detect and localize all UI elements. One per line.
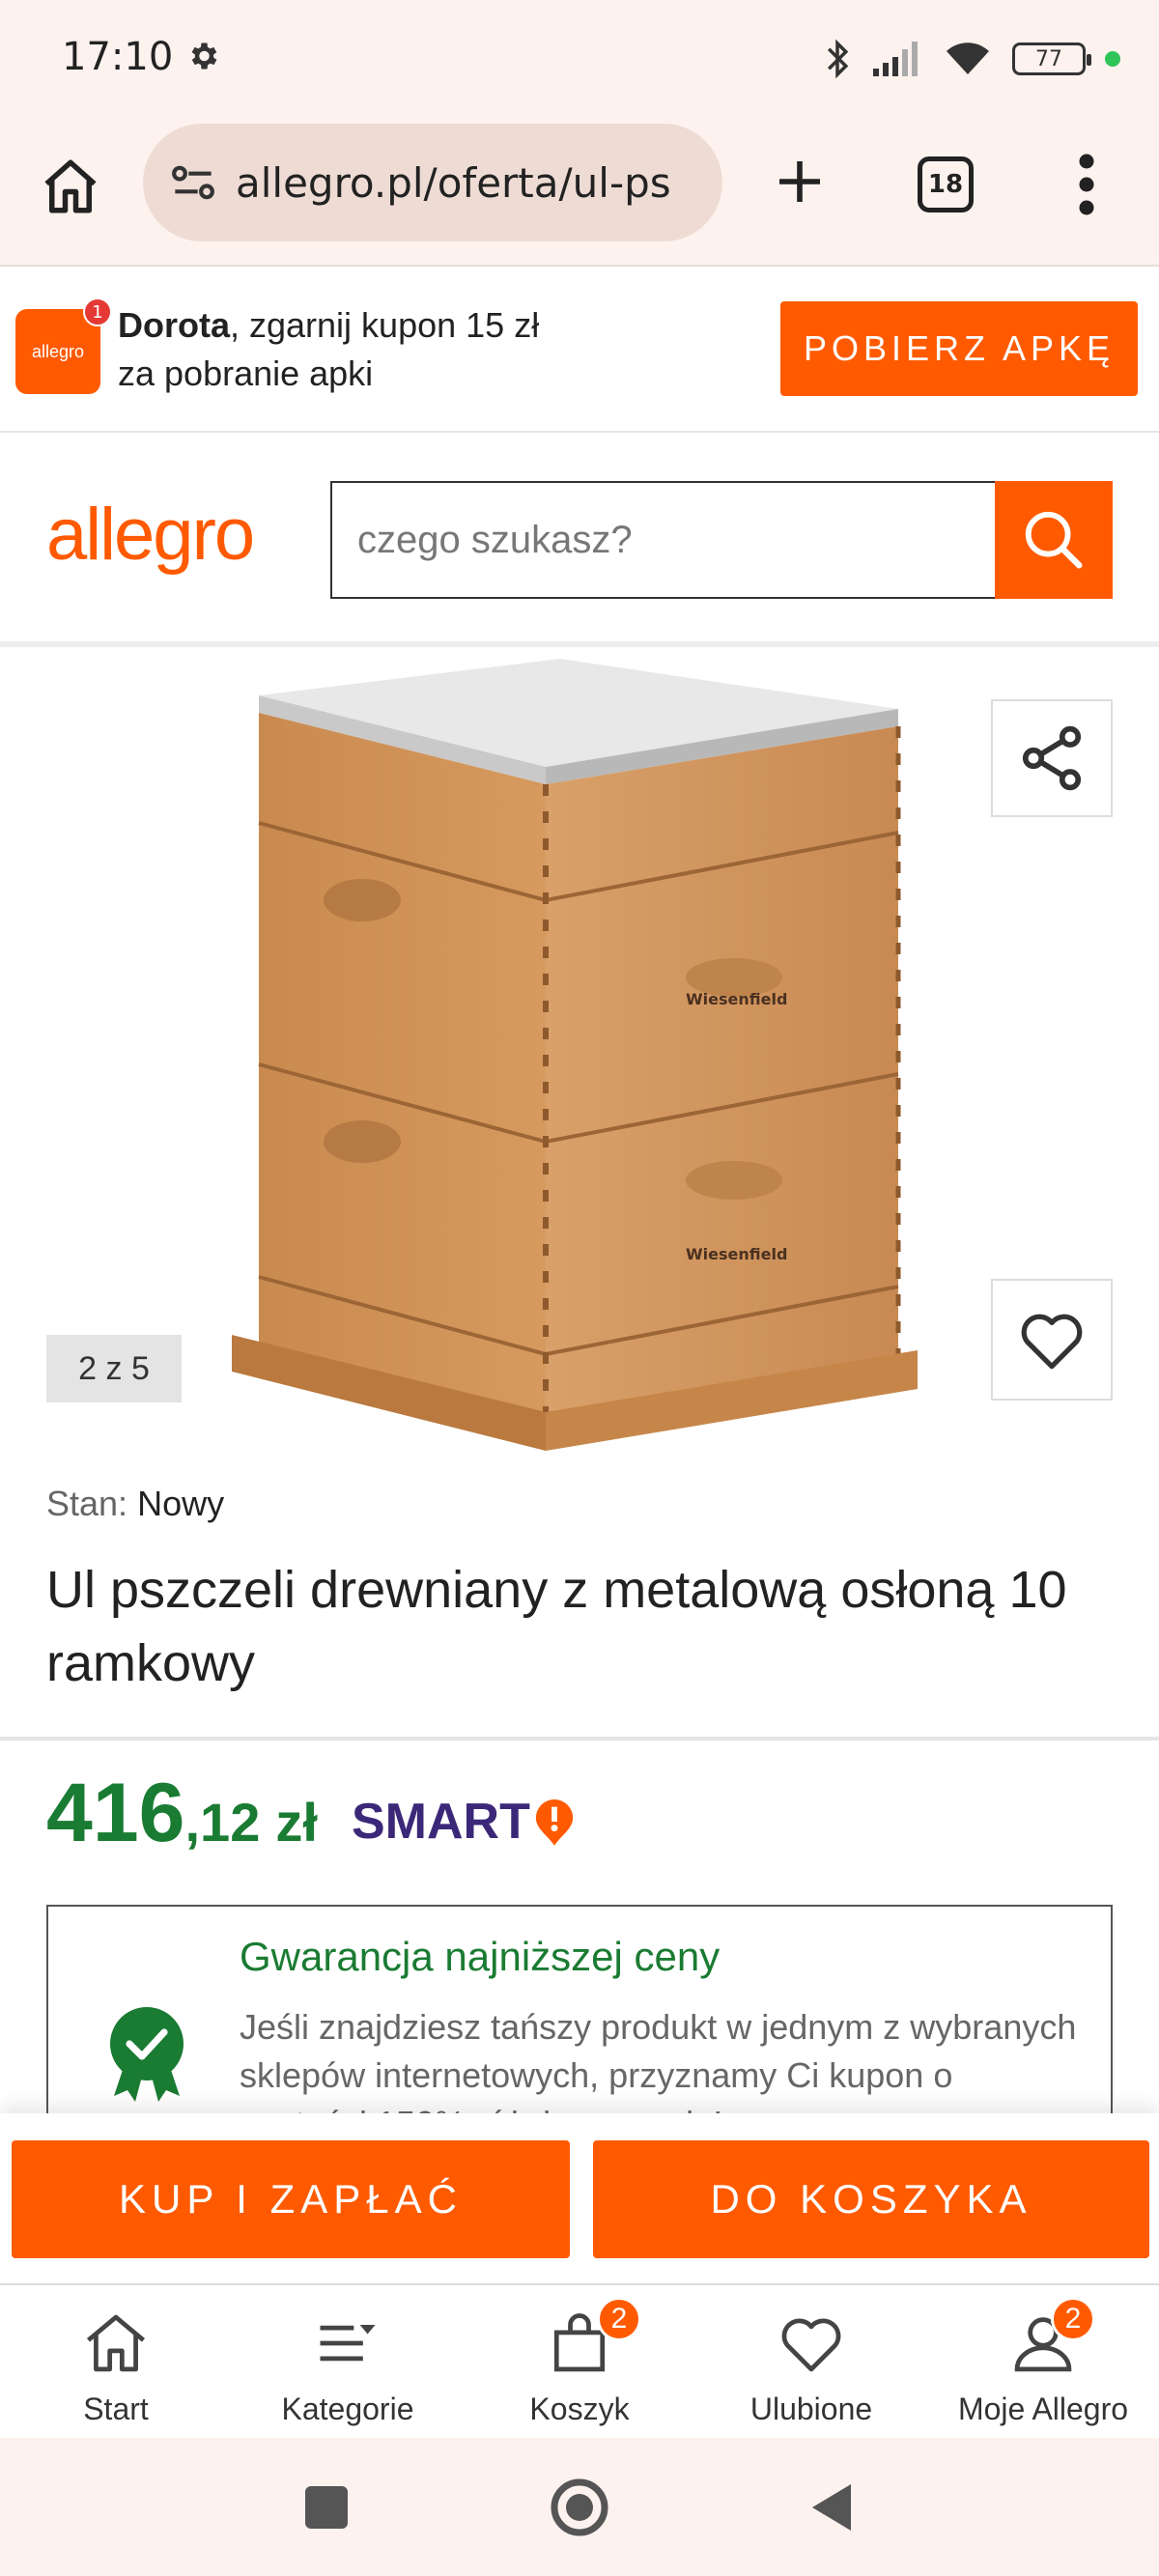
promo-text: Dorota, zgarnij kupon 15 zł za pobranie …	[118, 301, 539, 398]
system-back-button[interactable]	[807, 2480, 856, 2534]
share-button[interactable]	[991, 699, 1113, 817]
product-image[interactable]: Wiesenfield Wiesenfield	[232, 659, 985, 1451]
guarantee-badge-icon	[110, 2007, 184, 2102]
nav-label: Koszyk	[529, 2392, 630, 2426]
tab-switcher-button[interactable]: 18	[918, 156, 974, 212]
smart-label: SMART	[352, 1794, 530, 1850]
home-icon	[86, 2314, 146, 2372]
promo-line1: , zgarnij kupon 15 zł	[230, 305, 540, 345]
site-settings-icon[interactable]	[166, 156, 220, 210]
heart-icon	[781, 2318, 841, 2372]
nav-label: Kategorie	[281, 2392, 414, 2426]
address-bar[interactable]: allegro.pl/oferta/ul-ps	[143, 124, 722, 241]
nav-label: Moje Allegro	[957, 2392, 1129, 2426]
signal-icon	[873, 42, 918, 76]
browser-toolbar: allegro.pl/oferta/ul-ps 18	[0, 116, 1159, 267]
add-to-cart-button[interactable]: DO KOSZYKA	[593, 2140, 1149, 2258]
product-price: 416,12 zł	[46, 1766, 318, 1861]
more-menu-icon[interactable]	[1072, 153, 1101, 216]
bottom-navigation: Start Kategorie Koszyk 2 Ulubione Moje A…	[0, 2283, 1159, 2438]
search-button[interactable]	[995, 481, 1113, 599]
gear-icon	[191, 42, 217, 70]
nav-item-categories[interactable]: Kategorie	[232, 2285, 464, 2438]
recent-apps-button[interactable]	[305, 2486, 348, 2529]
section-divider	[0, 1737, 1159, 1741]
share-icon	[1022, 725, 1082, 791]
wifi-icon	[947, 42, 989, 74]
nav-label: Start	[83, 2392, 149, 2426]
image-counter: 2 z 5	[46, 1335, 182, 1402]
promo-badge: 1	[83, 297, 112, 326]
price-currency: zł	[275, 1792, 318, 1853]
system-home-button[interactable]	[549, 2477, 610, 2538]
allegro-logo[interactable]: allegro	[46, 493, 255, 577]
status-bar: 17:10 77	[0, 0, 1159, 116]
menu-icon	[320, 2325, 376, 2362]
nav-item-start[interactable]: Start	[0, 2285, 232, 2438]
product-condition: Stan: Nowy	[46, 1484, 224, 1524]
status-time: 17:10	[62, 35, 174, 79]
cart-count-badge: 2	[597, 2297, 641, 2341]
price-integer: 416	[46, 1767, 185, 1859]
guarantee-title: Gwarancja najniższej ceny	[240, 1934, 721, 1979]
smart-badge[interactable]: SMART	[352, 1793, 577, 1851]
product-gallery[interactable]: Wiesenfield Wiesenfield 2 z 5	[0, 653, 1159, 1455]
url-text: allegro.pl/oferta/ul-ps	[236, 158, 671, 207]
privacy-indicator	[1105, 51, 1120, 67]
brand-mark: Wiesenfield	[686, 1245, 787, 1263]
site-header: allegro	[0, 435, 1159, 647]
price-fraction: ,12	[184, 1792, 261, 1853]
system-navigation-bar	[0, 2438, 1159, 2576]
search-icon	[1025, 511, 1083, 569]
search-input[interactable]	[330, 481, 997, 599]
new-tab-icon[interactable]	[773, 155, 827, 209]
account-notification-badge: 2	[1051, 2297, 1095, 2341]
purchase-action-bar: KUP I ZAPŁAĆ DO KOSZYKA	[0, 2113, 1159, 2283]
app-promo-banner: allegro 1 Dorota, zgarnij kupon 15 zł za…	[0, 269, 1159, 433]
buy-now-button[interactable]: KUP I ZAPŁAĆ	[12, 2140, 570, 2258]
promo-user-name: Dorota	[118, 305, 230, 345]
promo-line2: za pobranie apki	[118, 354, 374, 393]
condition-label: Stan:	[46, 1484, 128, 1523]
nav-item-my-allegro[interactable]: Moje Allegro 2	[927, 2285, 1159, 2438]
home-icon[interactable]	[39, 155, 102, 218]
brand-mark: Wiesenfield	[686, 990, 787, 1008]
heart-icon	[1021, 1314, 1083, 1370]
bluetooth-icon	[827, 39, 849, 79]
download-app-button[interactable]: POBIERZ APKĘ	[780, 301, 1138, 396]
battery-icon: 77	[1012, 42, 1091, 75]
smart-exclamation-icon	[535, 1799, 574, 1846]
add-to-favorites-button[interactable]	[991, 1279, 1113, 1401]
product-title: Ul pszczeli drewniany z metalową osłoną …	[46, 1561, 1067, 1692]
nav-item-cart[interactable]: Koszyk 2	[464, 2285, 695, 2438]
nav-item-favorites[interactable]: Ulubione	[695, 2285, 927, 2438]
condition-value: Nowy	[137, 1484, 225, 1523]
nav-label: Ulubione	[749, 2392, 873, 2426]
